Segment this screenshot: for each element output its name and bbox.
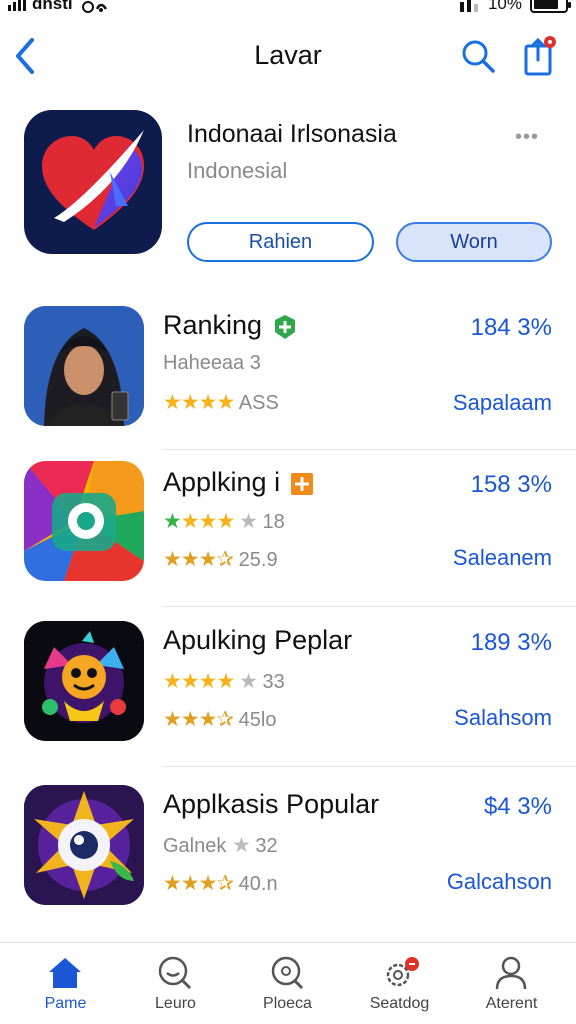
app-name: Applking i bbox=[163, 467, 314, 498]
nav-bar: Lavar bbox=[0, 22, 576, 92]
tab-label: Pame bbox=[44, 995, 87, 1012]
tab-settings[interactable]: Seatdog bbox=[342, 943, 457, 1024]
sub-rating-text: 32 bbox=[255, 835, 278, 857]
app-developer: Galnek bbox=[163, 835, 227, 857]
app-name-text: Applking i bbox=[163, 467, 281, 497]
wifi-icon bbox=[81, 1, 107, 13]
rating-stars-outline-icon: ★★★✰ bbox=[163, 872, 234, 895]
star-small-icon: ★ bbox=[231, 834, 251, 857]
app-list-item[interactable]: Ranking Haheeaa 3 ★★★★ ASS 184 3% Sapala… bbox=[0, 288, 576, 450]
rating-stars-icon: ★★★★ ★ bbox=[163, 670, 258, 693]
rating-stars-outline-icon: ★★★✰ bbox=[163, 708, 234, 731]
orange-plus-badge-icon bbox=[291, 472, 314, 495]
carrier-label: dnsti bbox=[32, 0, 73, 13]
search-button[interactable] bbox=[458, 36, 498, 76]
app-percent: 158 3% bbox=[470, 471, 552, 498]
app-action-link[interactable]: Galcahson bbox=[447, 869, 552, 895]
primary-action-button[interactable]: Worn bbox=[396, 222, 552, 262]
app-icon-eye bbox=[24, 785, 144, 905]
app-rating: ★★★✰ 45lo bbox=[163, 707, 276, 732]
battery-percent: 10% bbox=[487, 0, 522, 13]
swirl-logo-icon bbox=[24, 461, 144, 581]
app-action-link[interactable]: Salahsom bbox=[454, 705, 552, 731]
app-name: Applkasis Popular bbox=[163, 789, 380, 819]
rating-stars-icon: ★★★★ bbox=[163, 391, 235, 414]
tab-label: Aterent bbox=[485, 995, 538, 1012]
app-sub-rating: ★★★★ ★ 33 bbox=[163, 669, 285, 694]
status-left: dnsti bbox=[8, 0, 109, 14]
app-list-item[interactable]: Apulking Peplar ★★★★ ★ 33 ★★★✰ 45lo 189 … bbox=[0, 605, 576, 767]
featured-app-title: Indonaai Irlsonasia bbox=[187, 120, 397, 148]
heart-rocket-icon bbox=[42, 130, 144, 230]
rating-text: 45lo bbox=[238, 709, 277, 731]
sub-rating-text: 33 bbox=[262, 671, 285, 693]
status-bar: dnsti 10% bbox=[0, 0, 576, 22]
app-percent: 189 3% bbox=[470, 629, 552, 656]
app-action-link[interactable]: Saleanem bbox=[453, 545, 552, 571]
share-button[interactable] bbox=[520, 32, 560, 78]
share-icon bbox=[524, 36, 556, 76]
app-rating: ★★★✰ 40.n bbox=[163, 871, 278, 896]
app-list-item[interactable]: Applking i ★★★★ ★ 18 ★★★✰ 25.9 158 3% Sa… bbox=[0, 445, 576, 607]
featured-app-icon[interactable] bbox=[24, 110, 162, 254]
tab-account[interactable]: Aterent bbox=[454, 943, 569, 1024]
app-icon-creature bbox=[24, 621, 144, 741]
app-percent: 184 3% bbox=[470, 314, 552, 341]
signal-small-icon bbox=[459, 0, 478, 12]
person-icon bbox=[495, 956, 527, 990]
app-rating: ★★★★ ASS bbox=[163, 390, 279, 415]
creature-icon bbox=[24, 621, 144, 741]
app-screen: dnsti 10% Lavar Indonaai Irlsonasia Indo… bbox=[0, 0, 576, 1024]
app-sub-rating: ★★★★ ★ 18 bbox=[163, 509, 285, 534]
app-action-link[interactable]: Sapalaam bbox=[453, 390, 552, 416]
app-developer: Haheeaa 3 bbox=[163, 352, 261, 374]
sub-rating-text: 18 bbox=[262, 511, 285, 533]
settings-badge-icon bbox=[386, 957, 419, 987]
rating-stars-icon: ★★★★ ★ bbox=[163, 510, 258, 533]
tab-bar: Pame Leuro Ploeca Seatdog Aterent bbox=[0, 942, 576, 1024]
search-icon bbox=[462, 40, 495, 73]
tab-home[interactable]: Pame bbox=[8, 943, 123, 1024]
more-options-button[interactable]: ••• bbox=[515, 126, 539, 149]
status-right: 10% bbox=[458, 0, 571, 14]
app-list-item[interactable]: Applkasis Popular Galnek ★ 32 ★★★✰ 40.n … bbox=[0, 767, 576, 929]
app-name-text: Ranking bbox=[163, 310, 263, 340]
rating-text: 40.n bbox=[238, 873, 278, 895]
person-photo-icon bbox=[24, 306, 144, 426]
featured-app-subtitle: Indonesial bbox=[187, 158, 288, 183]
tab-label: Seatdog bbox=[369, 995, 430, 1012]
app-name: Ranking bbox=[163, 310, 298, 341]
search-face-icon bbox=[158, 956, 192, 990]
tab-learn[interactable]: Leuro bbox=[118, 943, 233, 1024]
rating-stars-outline-icon: ★★★✰ bbox=[163, 548, 234, 571]
app-name: Apulking Peplar bbox=[163, 625, 353, 655]
app-icon-person bbox=[24, 306, 144, 426]
featured-app: Indonaai Irlsonasia Indonesial ••• Rahie… bbox=[0, 92, 576, 288]
green-plus-badge-icon bbox=[275, 314, 296, 339]
tab-label: Ploeca bbox=[263, 995, 312, 1012]
secondary-action-button[interactable]: Rahien bbox=[187, 222, 374, 262]
rating-text: 25.9 bbox=[238, 549, 278, 571]
tab-label: Leuro bbox=[155, 995, 196, 1012]
rating-text: ASS bbox=[238, 392, 279, 414]
app-percent: $4 3% bbox=[483, 793, 552, 820]
magnifier-icon bbox=[271, 956, 304, 990]
home-icon bbox=[49, 958, 81, 988]
app-sub-rating: Galnek ★ 32 bbox=[163, 833, 278, 858]
tab-search[interactable]: Ploeca bbox=[230, 943, 345, 1024]
app-icon-colorful bbox=[24, 461, 144, 581]
eye-star-icon bbox=[24, 785, 144, 905]
signal-icon bbox=[8, 0, 26, 11]
battery-icon bbox=[530, 0, 571, 13]
app-rating: ★★★✰ 25.9 bbox=[163, 547, 278, 572]
